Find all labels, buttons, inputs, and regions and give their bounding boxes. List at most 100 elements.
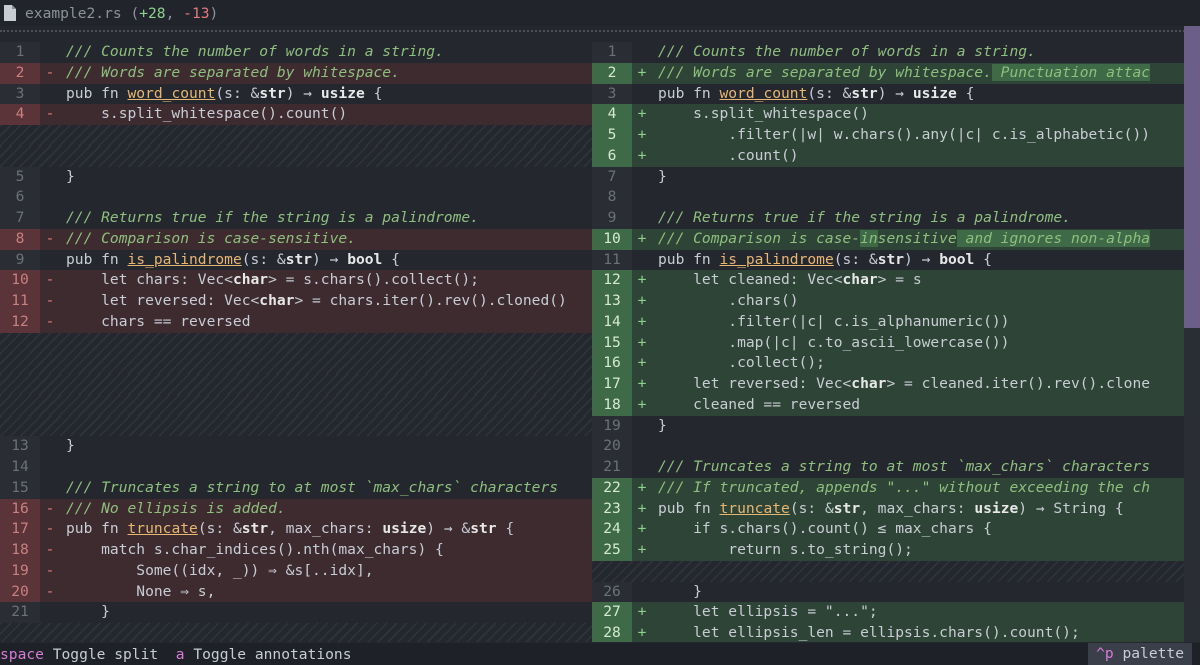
diff-line[interactable]: 18- match s.char_indices().nth(max_chars… [0, 540, 592, 561]
diff-line[interactable]: 1 /// Counts the number of words in a str… [592, 42, 1184, 63]
code-token: } [66, 437, 75, 455]
scrollbar-thumb[interactable] [1184, 26, 1200, 328]
code-text: .map(|c| c.to_ascii_lowercase()) [658, 333, 1184, 354]
diff-line[interactable]: 13 + .chars() [592, 291, 1184, 312]
diff-line[interactable]: 1 /// Counts the number of words in a str… [0, 42, 592, 63]
diff-line[interactable]: 10 + /// Comparison is case-insensitive an… [592, 228, 1184, 250]
code-text: /// Words are separated by whitespace. P… [658, 63, 1184, 84]
diff-line[interactable]: 6 [0, 187, 592, 208]
diff-marker: + [637, 375, 647, 392]
line-number: 22 [592, 477, 632, 499]
diff-line[interactable]: 12- chars == reversed [0, 311, 592, 333]
diff-marker: + [637, 354, 647, 372]
diff-line[interactable]: 18 + cleaned == reversed [592, 394, 1184, 416]
diff-line[interactable]: 21 /// Truncates a string to at most `max… [592, 457, 1184, 478]
diff-line[interactable]: 12 + let cleaned: Vec<char> = s [592, 270, 1184, 291]
code-token: let chars: Vec< [66, 271, 233, 289]
diff-pane-new[interactable]: 1 /// Counts the number of words in a str… [592, 42, 1184, 642]
code-text: } [66, 167, 592, 188]
diff-line[interactable]: 14 + .filter(|c| c.is_alphanumeric()) [592, 311, 1184, 333]
diff-line[interactable]: 19} [592, 415, 1184, 437]
diff-line[interactable]: 19- Some((idx, _)) ⇒ &s[..idx], [0, 560, 592, 582]
diff-line[interactable]: 5 + .filter(|w| w.chars().any(|c| c.is_al… [592, 125, 1184, 146]
diff-line[interactable]: 2 + /// Words are separated by whitespace.… [592, 62, 1184, 84]
code-token: ) → & [426, 520, 471, 538]
line-number: 16 [0, 498, 40, 520]
diff-line[interactable]: 15 /// Truncates a string to at most `max… [0, 477, 592, 499]
code-text: chars == reversed [66, 312, 592, 333]
palette-button[interactable]: ^p palette [1088, 643, 1192, 665]
toggle-annotations-label[interactable]: Toggle annotations [185, 646, 351, 663]
diff-line[interactable]: 17- pub fn truncate(s: &str, max_chars: u… [0, 519, 592, 540]
diff-line[interactable]: 4 + s.split_whitespace() [592, 104, 1184, 125]
diff-line[interactable]: 28 + let ellipsis_len = ellipsis.chars().… [592, 623, 1184, 642]
diff-marker: + [637, 499, 647, 517]
code-token: > = s.chars().collect(); [268, 271, 479, 289]
diff-line[interactable]: 22 + /// If truncated, appends "..." witho… [592, 477, 1184, 499]
diff-filler [592, 560, 1184, 582]
line-number: 13 [0, 436, 40, 457]
code-token: > = cleaned.iter().rev().clone [886, 375, 1151, 392]
diff-line[interactable]: 4- s.split_whitespace().count() [0, 104, 592, 125]
toggle-split-key[interactable]: space [0, 646, 44, 663]
diff-line[interactable]: 7} [592, 166, 1184, 188]
diff-marker: - [45, 105, 55, 123]
diff-line[interactable]: 16 + .collect(); [592, 353, 1184, 374]
diff-line[interactable]: 20- None ⇒ s, [0, 581, 592, 603]
code-token: is_palindrome [719, 250, 834, 268]
code-text: pub fn truncate(s: &str, max_chars: usiz… [658, 499, 1184, 520]
diff-pane-old[interactable]: 1 /// Counts the number of words in a str… [0, 42, 592, 642]
diff-line[interactable]: 2-/// Words are separated by whitespace. [0, 62, 592, 84]
code-text: /// If truncated, appends "..." without … [658, 478, 1184, 499]
diff-line[interactable]: 25 + return s.to_string(); [592, 540, 1184, 561]
diff-line[interactable]: 23 + pub fn truncate(s: &str, max_chars: u… [592, 498, 1184, 520]
code-token: pub fn [658, 84, 720, 102]
code-token: (s: & [807, 84, 852, 102]
diff-line[interactable]: 16-/// No ellipsis is added. [0, 498, 592, 520]
added-count: +28 [139, 4, 166, 22]
header-divider [0, 30, 1200, 32]
code-token: /// No ellipsis is added. [66, 499, 286, 517]
code-token: /// Comparison is case-sensitive. [66, 229, 356, 247]
diff-line[interactable]: 9 pub fn is_palindrome(s: &str) → bool { [0, 249, 592, 271]
file-header: example2.rs (+28, -13) [0, 0, 1200, 26]
diff-marker: - [45, 499, 55, 517]
diff-line[interactable]: 8 [592, 187, 1184, 208]
toggle-split-label[interactable]: Toggle split [44, 646, 158, 663]
code-token: , max_chars: [268, 520, 383, 538]
diff-line[interactable]: 24 + if s.chars().count() ≤ max_chars { [592, 519, 1184, 540]
diff-line[interactable]: 10- let chars: Vec<char> = s.chars().col… [0, 270, 592, 291]
code-token: { [364, 84, 383, 102]
diff-line[interactable]: 26 } [592, 581, 1184, 603]
stats-open: ( [121, 4, 140, 22]
diff-line[interactable]: 5} [0, 166, 592, 188]
diff-line[interactable]: 14 [0, 457, 592, 478]
diff-line[interactable]: 7 /// Returns true if the string is a pal… [0, 208, 592, 229]
toggle-annotations-key[interactable]: a [176, 646, 185, 663]
code-token: let reversed: Vec< [66, 292, 260, 309]
diff-line[interactable]: 6 + .count() [592, 145, 1184, 167]
diff-line[interactable]: 3 pub fn word_count(s: &str) → usize { [0, 83, 592, 105]
diff-line[interactable]: 11 pub fn is_palindrome(s: &str) → bool { [592, 249, 1184, 271]
diff-line[interactable]: 13} [0, 436, 592, 457]
diff-marker: - [45, 63, 55, 81]
line-number: 7 [592, 166, 632, 188]
diff-line[interactable]: 8-/// Comparison is case-sensitive. [0, 228, 592, 250]
diff-line[interactable]: 9 /// Returns true if the string is a pal… [592, 208, 1184, 229]
line-number: 5 [592, 125, 632, 146]
code-text: pub fn is_palindrome(s: &str) → bool { [66, 250, 592, 271]
diff-line[interactable]: 27 + let ellipsis = "..."; [592, 602, 1184, 623]
code-token: /// If truncated, appends "..." without … [658, 478, 1151, 496]
code-token: } [658, 416, 667, 434]
diff-line[interactable]: 21 } [0, 602, 592, 623]
diff-line[interactable]: 15 + .map(|c| c.to_ascii_lowercase()) [592, 332, 1184, 354]
diff-line[interactable]: 17 + let reversed: Vec<char> = cleaned.it… [592, 374, 1184, 395]
code-token: word_count [127, 84, 216, 102]
diff-line[interactable]: 11- let reversed: Vec<char> = chars.iter… [0, 291, 592, 312]
diff-marker: + [637, 146, 647, 164]
code-text: /// Comparison is case-sensitive. [66, 229, 592, 250]
code-token: (s: & [241, 250, 286, 268]
diff-line[interactable]: 20 [592, 436, 1184, 457]
code-token: .collect(); [658, 354, 825, 372]
diff-line[interactable]: 3 pub fn word_count(s: &str) → usize { [592, 83, 1184, 105]
